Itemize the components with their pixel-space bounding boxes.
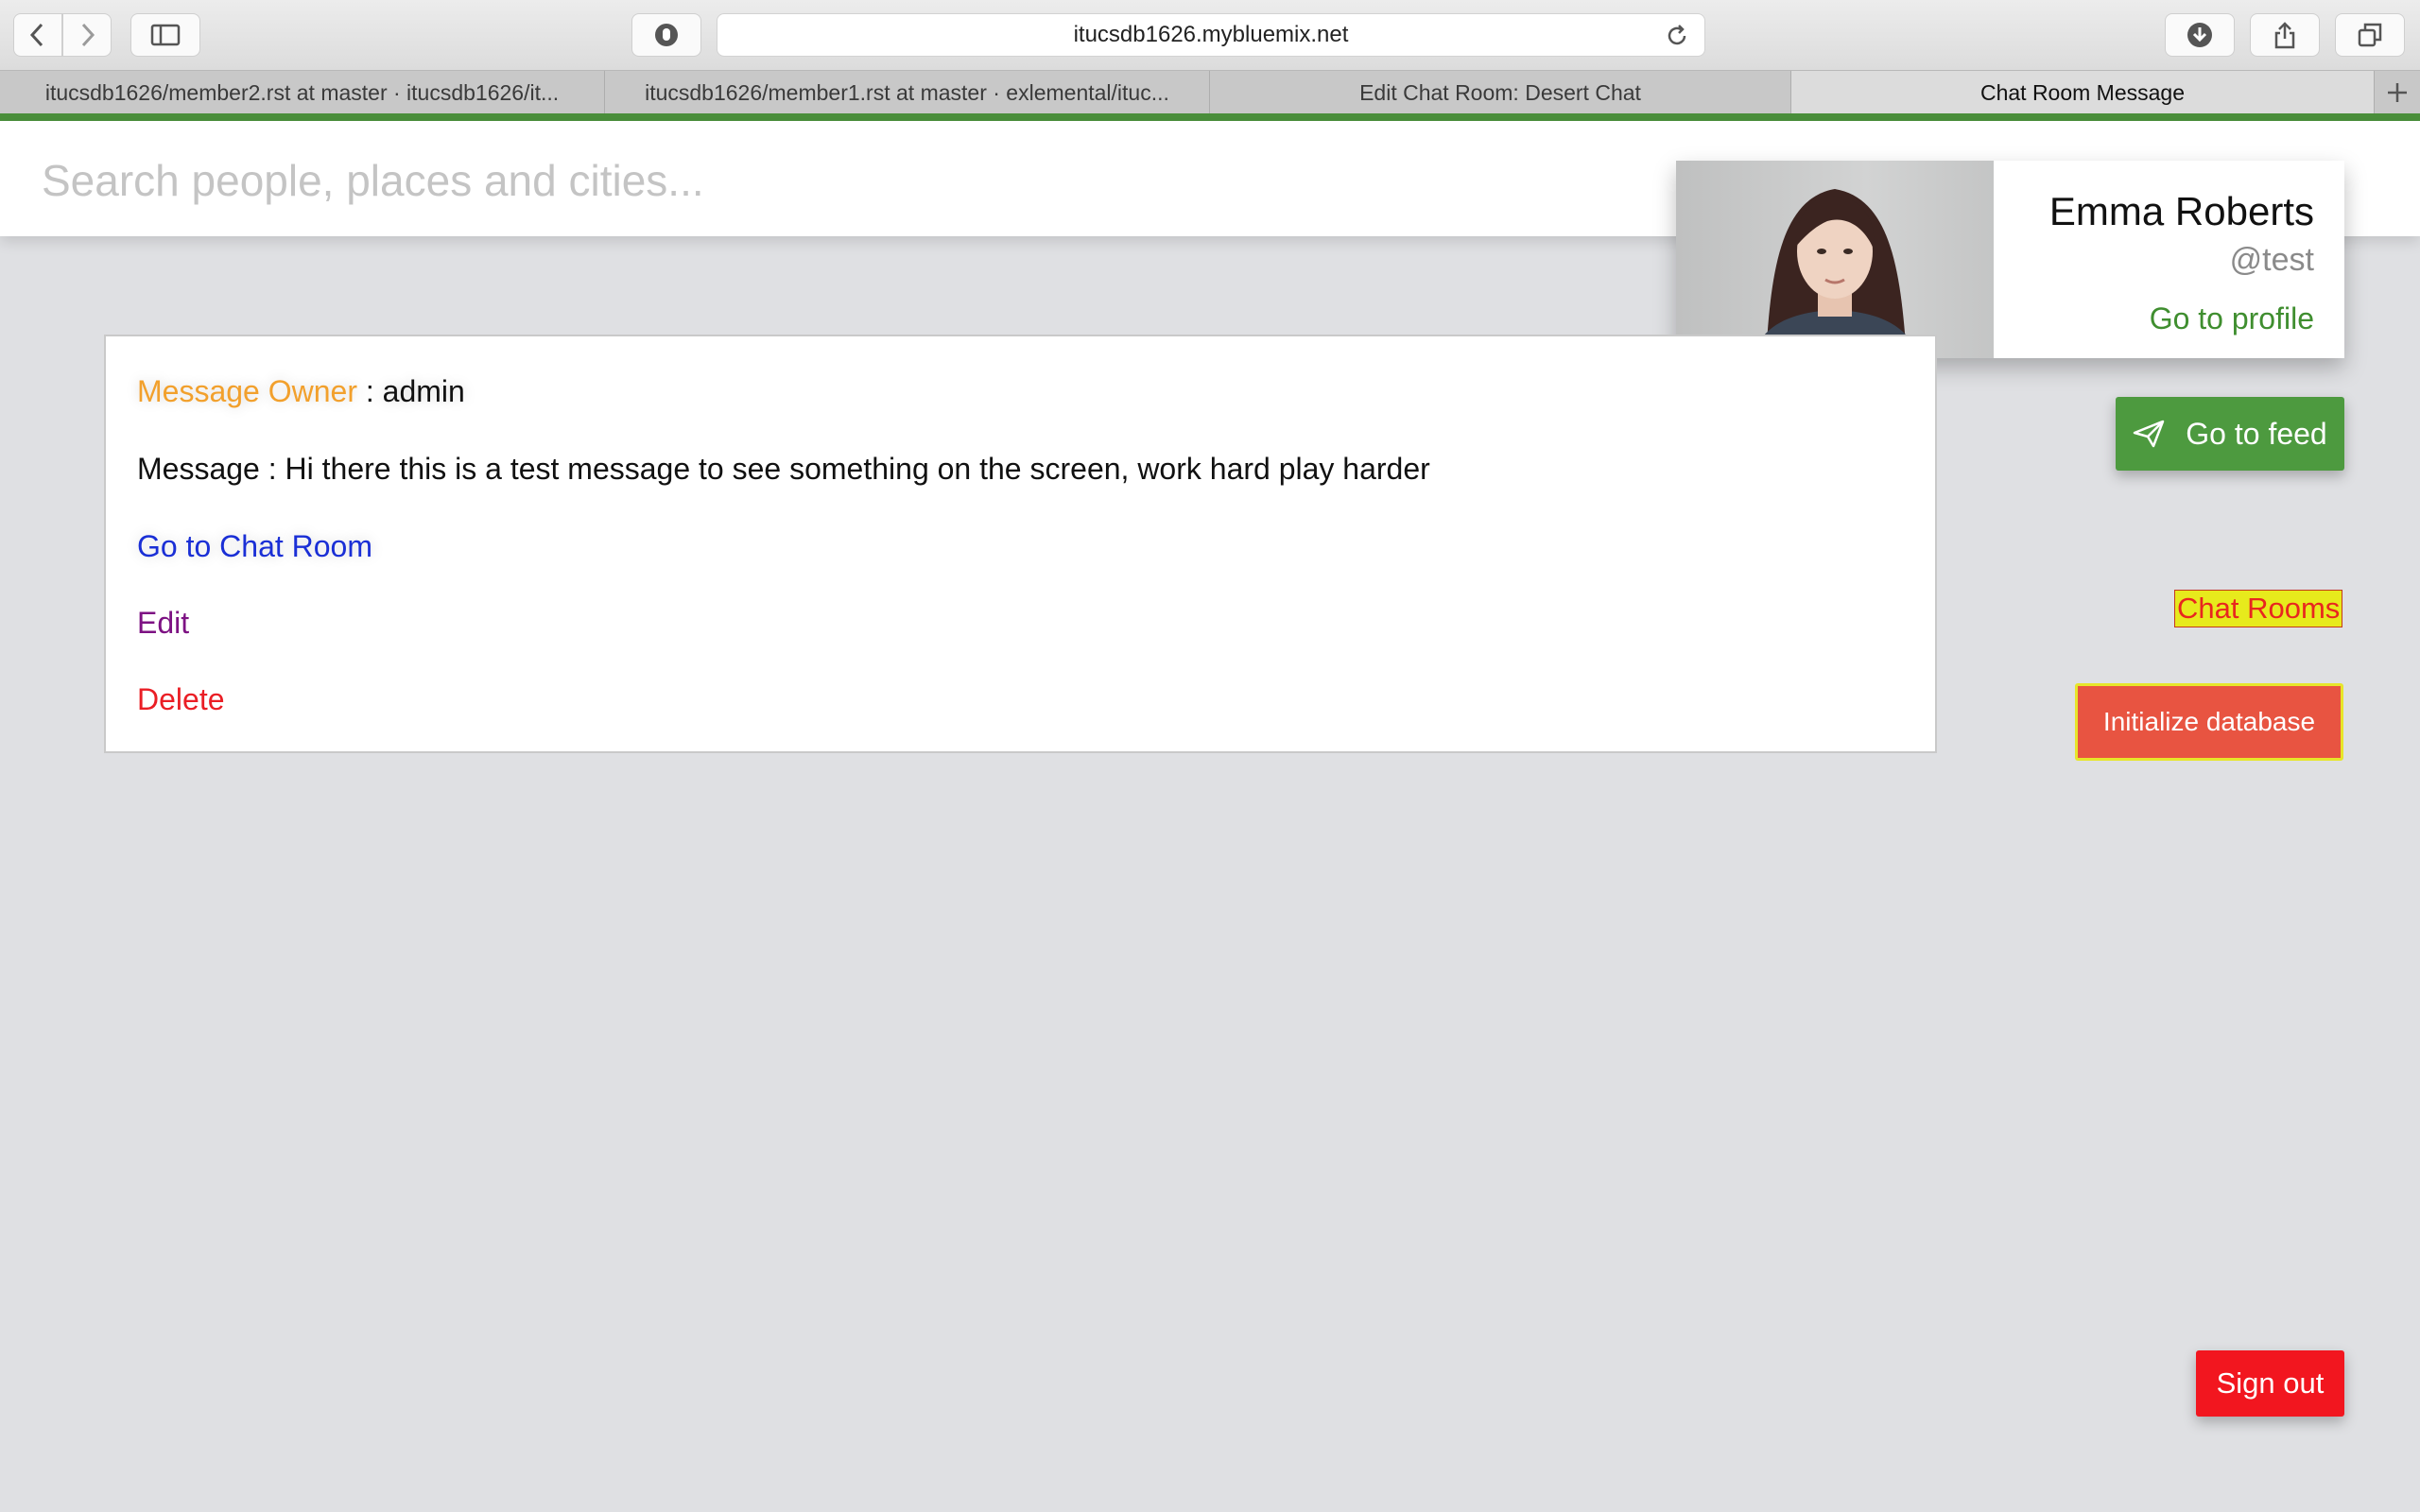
page-accent-bar [0,113,2420,121]
go-to-profile-link[interactable]: Go to profile [2150,301,2314,336]
go-to-chat-room-link[interactable]: Go to Chat Room [137,529,372,564]
message-owner-label: Message Owner [137,374,357,408]
profile-handle: @test [2229,242,2314,278]
tabs-icon [2358,23,2382,47]
tab-title: itucsdb1626/member1.rst at master · exle… [645,79,1169,105]
back-button[interactable] [13,13,62,57]
tabs-overview-button[interactable] [2335,13,2405,57]
sidebar-icon [150,24,181,46]
address-bar[interactable]: itucsdb1626.mybluemix.net [717,13,1705,57]
tab-title: Chat Room Message [1979,79,2186,105]
tab-bar: itucsdb1626/member2.rst at master · ituc… [0,70,2420,115]
tab-member2-rst[interactable]: itucsdb1626/member2.rst at master · ituc… [0,71,605,114]
profile-card: Emma Roberts @test Go to profile [1676,161,2344,358]
reload-icon[interactable] [1665,24,1689,48]
initialize-database-button[interactable]: Initialize database [2075,683,2343,761]
message-text: Message : Hi there this is a test messag… [137,452,1430,486]
tab-title: itucsdb1626/member2.rst at master · ituc… [44,79,560,105]
chevron-left-icon [29,23,43,47]
chat-rooms-link[interactable]: Chat Rooms [2174,590,2343,627]
plus-icon [2388,83,2407,102]
share-button[interactable] [2250,13,2320,57]
go-to-feed-button[interactable]: Go to feed [2116,397,2344,471]
message-owner-row: Message Owner : admin [137,374,465,409]
tab-edit-chat-room[interactable]: Edit Chat Room: Desert Chat [1210,71,1791,114]
avatar [1676,161,1994,358]
tab-chat-room-message[interactable]: Chat Room Message [1791,71,2375,114]
tab-member1-rst[interactable]: itucsdb1626/member1.rst at master · exle… [605,71,1210,114]
shield-icon [655,24,678,46]
forward-button[interactable] [62,13,112,57]
downloads-button[interactable] [2165,13,2235,57]
new-tab-button[interactable] [2375,71,2420,114]
tab-title: Edit Chat Room: Desert Chat [1359,79,1641,105]
sidebar-toggle-button[interactable] [130,13,200,57]
download-icon [2187,23,2212,47]
share-icon [2274,22,2295,49]
search-input[interactable] [40,149,1556,212]
feed-button-label: Go to feed [2186,416,2327,451]
profile-name: Emma Roberts [2048,189,2314,233]
delete-link[interactable]: Delete [137,682,225,717]
chevron-right-icon [81,23,95,47]
browser-toolbar: itucsdb1626.mybluemix.net [0,0,2420,70]
message-owner-value: : admin [356,374,465,408]
edit-link[interactable]: Edit [137,606,189,641]
url-text: itucsdb1626.mybluemix.net [1073,22,1349,47]
message-card: Message Owner : admin Message : Hi there… [104,335,1937,753]
profile-info: Emma Roberts @test Go to profile [1994,161,2344,358]
sign-out-button[interactable]: Sign out [2196,1350,2344,1417]
profile-photo [1752,189,1920,358]
paper-plane-icon [2134,420,2165,448]
privacy-shield-button[interactable] [631,13,701,57]
